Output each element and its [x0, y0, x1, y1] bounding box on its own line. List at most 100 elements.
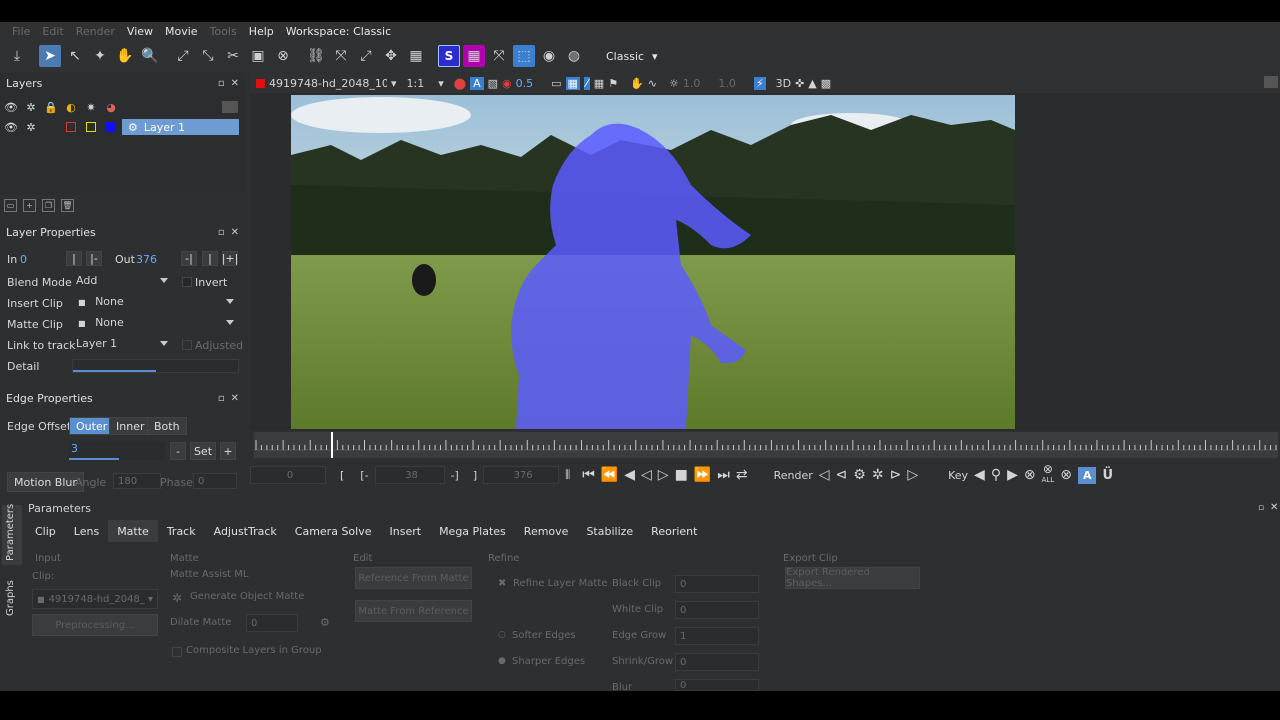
curve-icon[interactable]: ∿ — [648, 77, 657, 90]
edge-offset-field[interactable]: 3 — [69, 442, 165, 460]
delete-keyframe-icon[interactable]: ⊗ — [1024, 467, 1036, 483]
dilate-settings-icon[interactable]: ⚙ — [320, 616, 330, 629]
layer-row[interactable]: ⚙ Layer 1 — [122, 119, 239, 135]
tab-track[interactable]: Track — [158, 520, 205, 542]
out-set-button[interactable]: | — [202, 251, 218, 266]
exposure-value[interactable]: 1.0 — [683, 77, 701, 90]
menu-tools[interactable]: Tools — [204, 25, 243, 38]
export-rendered-shapes-button[interactable]: Export Rendered Shapes... — [785, 567, 920, 589]
out-step-button[interactable]: -| — [181, 251, 197, 266]
phase-field[interactable]: 0 — [193, 473, 237, 489]
render-back-icon[interactable]: ◁ — [819, 467, 830, 483]
dilate-matte-field[interactable]: 0 — [246, 614, 298, 632]
hand-icon[interactable]: ✋ — [630, 77, 644, 90]
range-start-bracket-icon[interactable]: [ — [340, 469, 344, 482]
render-step-fwd-icon[interactable]: ⊳ — [890, 467, 902, 483]
render-button[interactable]: Render — [774, 469, 813, 482]
color-ring-icon[interactable]: ◐ — [64, 100, 78, 114]
edge-grow-field[interactable]: 1 — [675, 627, 759, 645]
tab-insert[interactable]: Insert — [381, 520, 431, 542]
range-end-bracket-icon[interactable]: ] — [473, 469, 477, 482]
checker-icon[interactable]: ▩ — [821, 77, 831, 90]
tab-mega-plates[interactable]: Mega Plates — [430, 520, 515, 542]
trash-icon[interactable]: 🗑 — [61, 199, 74, 212]
tab-matte[interactable]: Matte — [108, 520, 158, 542]
tangent-icon[interactable]: ⤢ — [172, 45, 194, 67]
go-end-icon[interactable]: ⏭ — [717, 467, 730, 483]
close-icon[interactable]: ✕ — [231, 393, 239, 404]
out-value[interactable]: 376 — [136, 253, 157, 266]
overlay-opacity[interactable]: 0.5 — [516, 77, 534, 90]
prev-key-icon[interactable]: ⏪ — [601, 467, 618, 483]
next-keyframe-icon[interactable]: ▶ — [1007, 467, 1018, 483]
menu-file[interactable]: File — [6, 25, 36, 38]
chevron-down-icon[interactable]: ▾ — [391, 77, 397, 90]
blend-mode-select[interactable]: Add — [72, 274, 174, 290]
s-tool-icon[interactable]: S — [438, 45, 460, 67]
edge-set-button[interactable]: Set — [190, 442, 216, 460]
camera-icon[interactable]: ◍ — [563, 45, 585, 67]
spline-view-icon[interactable]: ⁄ — [583, 76, 590, 90]
edge-plus-button[interactable]: + — [220, 442, 236, 460]
black-clip-field[interactable]: 0 — [675, 575, 759, 593]
reference-from-matte-button[interactable]: Reference From Matte — [355, 567, 472, 589]
close-icon[interactable]: ✕ — [231, 227, 239, 238]
menu-edit[interactable]: Edit — [36, 25, 69, 38]
download-icon[interactable]: ⤓ — [6, 45, 28, 67]
add-point-icon[interactable]: ✦ — [89, 45, 111, 67]
side-tab-graphs[interactable]: Graphs — [2, 572, 22, 624]
angle-field[interactable]: 180 — [113, 473, 161, 489]
out-end-button[interactable]: |+| — [222, 251, 238, 266]
loop-icon[interactable]: ⇄ — [736, 467, 748, 483]
white-clip-field[interactable]: 0 — [675, 601, 759, 619]
blur-field[interactable]: 0 — [675, 679, 759, 691]
edge-minus-button[interactable]: - — [170, 442, 186, 460]
float-icon[interactable]: ▫ — [218, 393, 225, 404]
palette-icon[interactable]: ◕ — [104, 100, 118, 114]
menu-workspace[interactable]: Workspace: Classic — [280, 25, 397, 38]
scale-icon[interactable]: ⤢ — [355, 45, 377, 67]
menu-view[interactable]: View — [121, 25, 159, 38]
float-icon[interactable]: ▫ — [218, 78, 225, 89]
range-step-icon[interactable]: [- — [360, 469, 368, 482]
move-icon[interactable]: ✥ — [380, 45, 402, 67]
autokey-icon[interactable]: A — [1077, 466, 1097, 484]
link-track-select[interactable]: Layer 1 — [72, 337, 174, 353]
play-back-icon[interactable]: ◀ — [624, 467, 635, 483]
render-settings-icon[interactable]: ⚙ — [853, 467, 866, 483]
link-icon[interactable]: ⛓ — [305, 45, 327, 67]
tab-lens[interactable]: Lens — [65, 520, 108, 542]
menu-render[interactable]: Render — [70, 25, 121, 38]
go-start-icon[interactable]: ⏮ — [582, 467, 595, 483]
grid-view-icon[interactable]: ▦ — [594, 77, 604, 90]
refine-checkbox[interactable]: ✖ — [498, 578, 506, 589]
add-keyframe-icon[interactable]: ⚲ — [991, 467, 1001, 483]
range-start-field[interactable]: 38 — [374, 466, 445, 484]
adjusted-checkbox[interactable] — [182, 340, 192, 350]
close-icon[interactable]: ✕ — [231, 78, 239, 89]
red-square-icon[interactable] — [64, 120, 78, 134]
generate-matte-button[interactable]: Generate Object Matte — [190, 591, 304, 602]
view-3d-button[interactable]: 3D — [776, 77, 791, 90]
sharper-radio[interactable]: ● — [498, 656, 506, 666]
clear-key-icon[interactable]: ⊗ — [1060, 467, 1072, 483]
workspace-select[interactable]: Classic ▾ — [598, 46, 666, 66]
chevron-down-icon[interactable]: ▾ — [438, 77, 444, 90]
outer-button[interactable]: Outer — [69, 417, 115, 435]
brightness-icon[interactable]: ☼ — [669, 77, 679, 90]
hand-icon[interactable]: ✋ — [114, 45, 136, 67]
next-key-icon[interactable]: ⏩ — [694, 467, 711, 483]
input-clip-select[interactable]: ■ 4919748-hd_2048_ ▾ — [32, 589, 158, 609]
menu-help[interactable]: Help — [243, 25, 280, 38]
trim-icon[interactable]: ⫼ — [565, 468, 570, 482]
timeline-ruler[interactable] — [254, 432, 1278, 458]
tab-reorient[interactable]: Reorient — [642, 520, 706, 542]
monitor-icon[interactable]: ▭ — [551, 77, 561, 90]
blue-square-icon[interactable] — [104, 120, 118, 134]
range-step-end-icon[interactable]: -] — [451, 469, 459, 482]
float-icon[interactable]: ▫ — [218, 227, 225, 238]
compass-icon[interactable]: ✜ — [795, 77, 804, 90]
tab-stabilize[interactable]: Stabilize — [577, 520, 642, 542]
render-step-back-icon[interactable]: ⊲ — [836, 467, 848, 483]
video-frame[interactable] — [291, 95, 1015, 429]
